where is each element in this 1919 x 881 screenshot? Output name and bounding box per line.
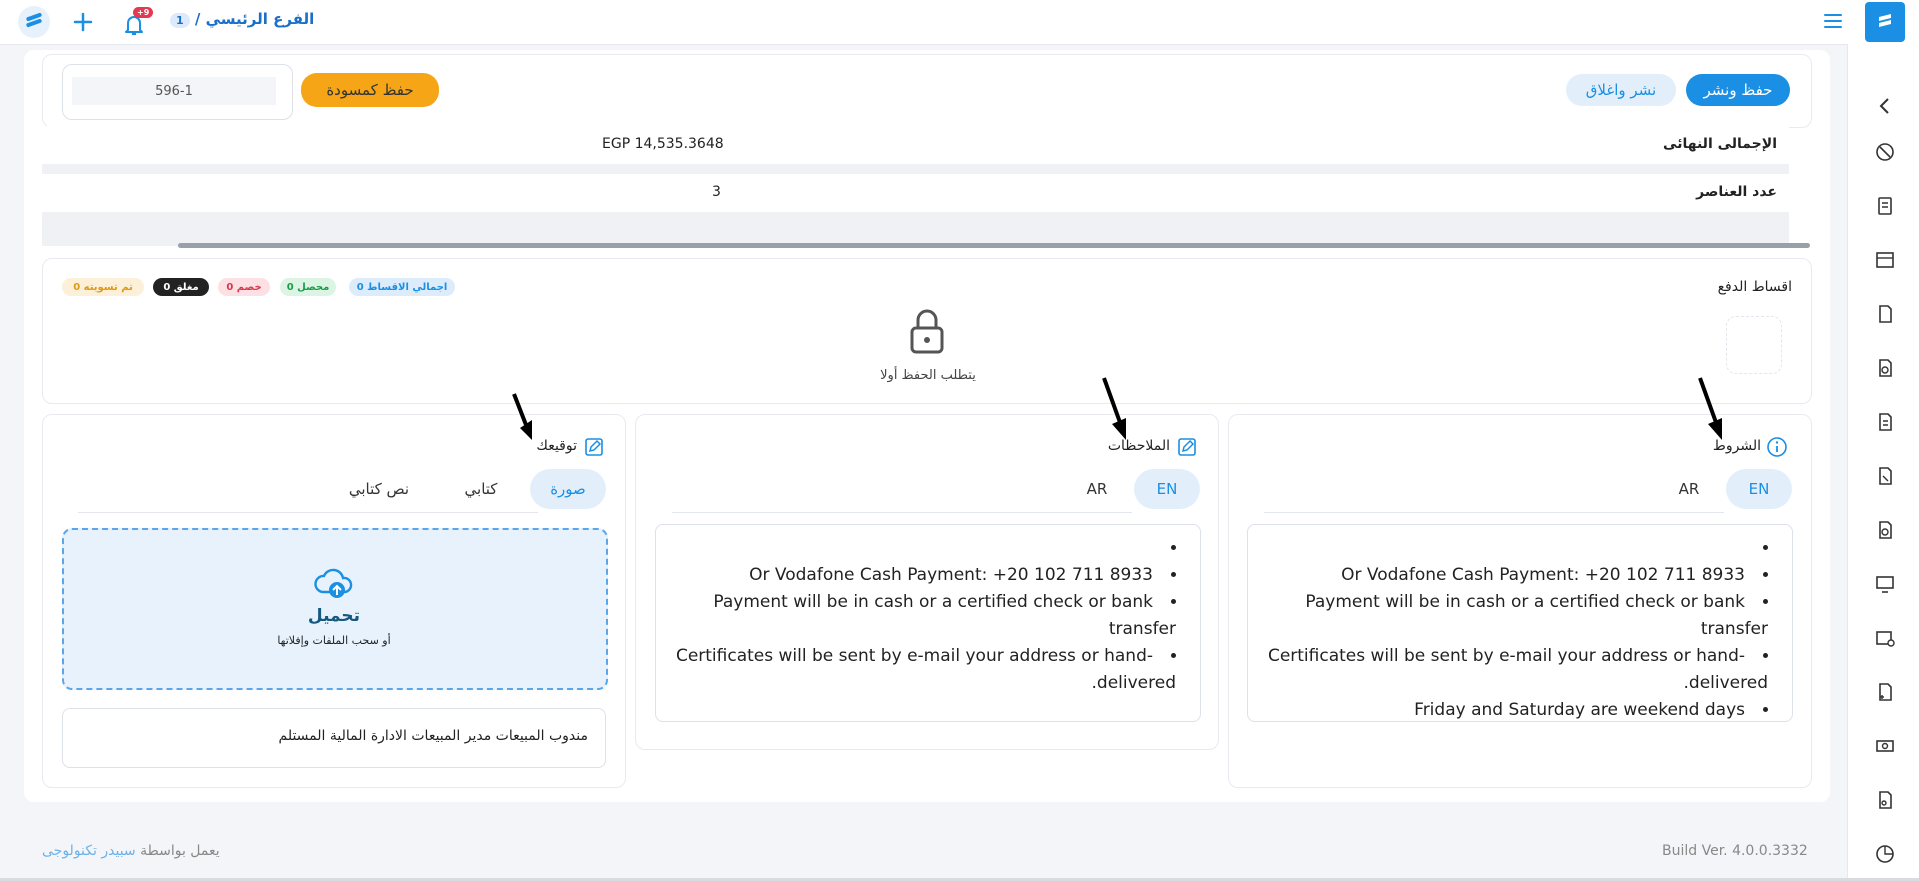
app-logo[interactable] bbox=[18, 6, 50, 38]
save-required-message: يتطلب الحفظ أولا bbox=[880, 368, 976, 383]
save-publish-button[interactable]: حفظ ونشر bbox=[1686, 74, 1790, 106]
installment-add-placeholder[interactable] bbox=[1726, 316, 1782, 374]
monitor-icon[interactable] bbox=[1873, 572, 1897, 596]
build-version: Build Ver. 4.0.0.3332 bbox=[1662, 843, 1808, 859]
powered-by-label: يعمل بواسطة bbox=[140, 843, 220, 859]
branch-selector[interactable]: الفرع الرئيسي / 1 bbox=[166, 10, 314, 28]
document-list-icon[interactable] bbox=[1873, 410, 1897, 434]
powered-by: يعمل بواسطة سبيدر تكنولوجى bbox=[42, 843, 220, 859]
terms-textarea[interactable]: Or Vodafone Cash Payment: +20 102 711 89… bbox=[1247, 524, 1793, 722]
annotation-arrow bbox=[510, 392, 540, 446]
horizontal-scrollbar[interactable] bbox=[178, 243, 1810, 248]
grand-total-value: EGP 14,535.3648 bbox=[602, 136, 724, 152]
signers-text: مندوب المبيعات مدير المبيعات الادارة الم… bbox=[278, 728, 589, 744]
notifications-badge: +9 bbox=[133, 7, 154, 18]
total-installments-pill: اجمالي الاقساط 0 bbox=[349, 278, 455, 296]
signature-tab-image[interactable]: صورة bbox=[530, 469, 606, 509]
signature-title: توقيعك bbox=[536, 438, 577, 454]
terms-line: Payment will be in cash or a certified c… bbox=[1258, 589, 1768, 643]
terms-line: Or Vodafone Cash Payment: +20 102 711 89… bbox=[1258, 562, 1768, 589]
items-count-label: عدد العناصر bbox=[1696, 184, 1777, 200]
grand-total-label: الإجمالى النهائى bbox=[1663, 136, 1777, 152]
terms-tab-ar[interactable]: AR bbox=[1656, 469, 1722, 509]
company-link[interactable]: سبيدر تكنولوجى bbox=[42, 843, 136, 859]
add-icon[interactable] bbox=[67, 6, 99, 38]
signature-tab-text[interactable]: نص كتابي bbox=[336, 469, 422, 509]
notes-tab-en[interactable]: EN bbox=[1134, 469, 1200, 509]
brand-logo[interactable] bbox=[1865, 2, 1905, 42]
terms-line: Certificates will be sent by e-mail your… bbox=[1258, 643, 1768, 697]
sidebar bbox=[1847, 44, 1919, 881]
table-footer bbox=[42, 212, 1789, 246]
notes-edit-icon[interactable] bbox=[1176, 436, 1198, 458]
annotation-arrow bbox=[1696, 376, 1726, 446]
branch-name: الفرع الرئيسي / bbox=[194, 10, 315, 28]
items-count-value: 3 bbox=[712, 184, 721, 200]
terms-tab-en[interactable]: EN bbox=[1726, 469, 1792, 509]
cash-icon[interactable] bbox=[1873, 734, 1897, 758]
notes-line: Payment will be in cash or a certified c… bbox=[666, 589, 1176, 643]
grand-total-row: الإجمالى النهائى EGP 14,535.3648 bbox=[42, 126, 1789, 164]
invoice-icon[interactable] bbox=[1873, 194, 1897, 218]
signature-tab-underline bbox=[78, 512, 538, 513]
cloud-upload-icon bbox=[313, 564, 355, 600]
settled-pill: تم تسويته 0 bbox=[62, 278, 144, 296]
document-cancel-icon[interactable] bbox=[1873, 464, 1897, 488]
info-icon[interactable] bbox=[1766, 436, 1788, 458]
top-bar: +9 الفرع الرئيسي / 1 bbox=[0, 0, 1919, 45]
signature-tab-written[interactable]: كتابي bbox=[446, 469, 516, 509]
save-draft-button[interactable]: حفظ كمسودة bbox=[301, 73, 439, 107]
lock-icon bbox=[906, 306, 948, 356]
user-document-icon[interactable] bbox=[1873, 788, 1897, 812]
upload-title: تحميل bbox=[307, 606, 361, 626]
add-document-icon[interactable] bbox=[1873, 680, 1897, 704]
notes-tab-underline bbox=[672, 512, 1132, 513]
terms-line bbox=[1258, 535, 1768, 562]
register-icon[interactable] bbox=[1873, 248, 1897, 272]
document-block-icon[interactable] bbox=[1873, 518, 1897, 542]
dashboard-icon[interactable] bbox=[1873, 140, 1897, 164]
notes-tab-ar[interactable]: AR bbox=[1064, 469, 1130, 509]
discount-pill: خصم 0 bbox=[218, 278, 270, 296]
upload-hint: أو سحب الملفات وإفلاتها bbox=[277, 634, 391, 647]
annotation-arrow bbox=[1100, 376, 1130, 446]
notes-line: Or Vodafone Cash Payment: +20 102 711 89… bbox=[666, 562, 1176, 589]
terms-tab-underline bbox=[1264, 512, 1724, 513]
items-count-row: عدد العناصر 3 bbox=[42, 174, 1789, 212]
notes-line bbox=[666, 535, 1176, 562]
terms-line: Friday and Saturday are weekend days bbox=[1258, 697, 1768, 721]
signature-edit-icon[interactable] bbox=[583, 436, 605, 458]
document-number-input[interactable] bbox=[72, 77, 276, 105]
document-edit-icon[interactable] bbox=[1873, 356, 1897, 380]
branch-count: 1 bbox=[170, 13, 190, 28]
collected-pill: محصل 0 bbox=[280, 278, 336, 296]
payment-settings-icon[interactable] bbox=[1873, 626, 1897, 650]
reports-chart-icon[interactable] bbox=[1873, 842, 1897, 866]
closed-pill: مغلق 0 bbox=[153, 278, 209, 296]
notes-textarea[interactable]: Or Vodafone Cash Payment: +20 102 711 89… bbox=[655, 524, 1201, 722]
menu-icon[interactable] bbox=[1823, 12, 1845, 32]
installments-title: اقساط الدفع bbox=[1717, 279, 1792, 295]
collapse-chevron-icon[interactable] bbox=[1873, 94, 1897, 118]
document-code-icon[interactable] bbox=[1873, 302, 1897, 326]
publish-close-button[interactable]: نشر واغلاق bbox=[1566, 74, 1676, 106]
notes-line: Certificates will be sent by e-mail your… bbox=[666, 643, 1176, 697]
